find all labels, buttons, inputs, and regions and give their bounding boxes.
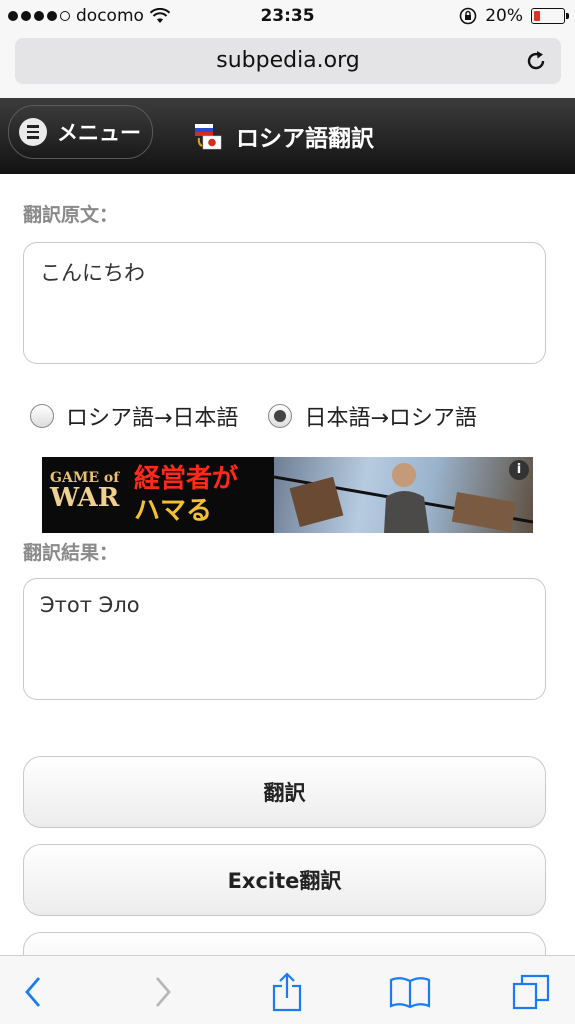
- rotation-lock-icon: [459, 7, 477, 25]
- page-title: ロシア語翻訳: [236, 126, 374, 152]
- direction-options: ロシア語→日本語 日本語→ロシア語: [30, 400, 477, 432]
- menu-label: メニュー: [57, 121, 141, 145]
- result-label: 翻訳結果：: [23, 542, 119, 564]
- url-text: subpedia.org: [216, 48, 360, 73]
- ad-brand-line2: WAR: [50, 483, 120, 513]
- source-label: 翻訳原文：: [23, 204, 119, 226]
- status-bar: docomo 23:35 20%: [0, 0, 575, 34]
- bookmarks-icon[interactable]: [388, 970, 432, 1014]
- ad-left-panel: GAME of WAR 経営者が ハマる: [42, 457, 274, 533]
- ad-copy-line1: 経営者が: [134, 464, 239, 494]
- back-icon[interactable]: [12, 970, 56, 1014]
- menu-button[interactable]: メニュー: [8, 105, 153, 159]
- game-of-war-logo: GAME of WAR: [50, 471, 119, 511]
- radio-ja-to-ru[interactable]: [268, 404, 293, 428]
- ad-info-icon[interactable]: i: [509, 460, 529, 480]
- site-header: メニュー ロシア語翻訳: [0, 98, 575, 174]
- tabs-icon[interactable]: [510, 970, 554, 1014]
- ad-copy-line2: ハマる: [134, 496, 213, 526]
- radio-ja-to-ru-label[interactable]: 日本語→ロシア語: [304, 400, 476, 432]
- browser-toolbar: [0, 955, 575, 1024]
- ad-copy: 経営者が ハマる: [134, 463, 238, 527]
- ad-image: i: [273, 457, 533, 533]
- russia-japan-flag-icon: [195, 124, 222, 150]
- share-icon[interactable]: [265, 970, 309, 1014]
- radio-ru-to-ja[interactable]: [30, 404, 54, 428]
- excite-translate-button[interactable]: Excite翻訳: [23, 844, 546, 916]
- result-text-output[interactable]: Этот Эло: [23, 578, 546, 700]
- battery-icon: [531, 8, 569, 24]
- battery-level: [534, 11, 540, 21]
- status-right: 20%: [459, 6, 569, 26]
- hamburger-icon: [19, 118, 47, 146]
- address-bar[interactable]: subpedia.org: [15, 38, 561, 84]
- battery-percent: 20%: [485, 6, 523, 26]
- source-text-input[interactable]: こんにちわ: [23, 242, 546, 364]
- forward-icon[interactable]: [140, 970, 184, 1014]
- reload-icon[interactable]: [523, 48, 549, 74]
- translate-button[interactable]: 翻訳: [23, 756, 546, 828]
- ad-banner[interactable]: GAME of WAR 経営者が ハマる i: [42, 457, 533, 533]
- ad-artwork: [273, 463, 533, 533]
- browser-address-area: subpedia.org: [0, 34, 575, 98]
- radio-ru-to-ja-label[interactable]: ロシア語→日本語: [66, 400, 238, 432]
